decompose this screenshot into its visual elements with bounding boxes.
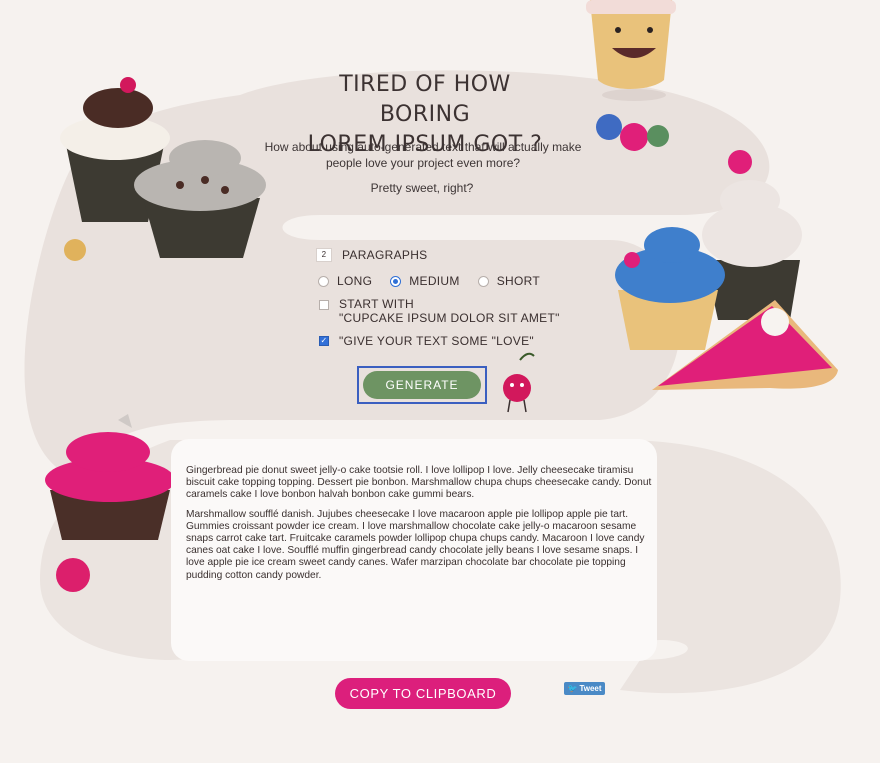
paragraph-count-input[interactable]: 2 [316, 248, 332, 262]
radio-short-label: SHORT [496, 274, 540, 288]
paragraphs-label: PARAGRAPHS [342, 248, 428, 262]
paragraph: Marshmallow soufflé danish. Jujubes chee… [186, 508, 645, 581]
start-with-row: START WITH "CUPCAKE IPSUM DOLOR SIT AMET… [319, 297, 560, 325]
start-with-label: START WITH [339, 297, 414, 311]
radio-long[interactable] [318, 275, 329, 287]
radio-medium-label: MEDIUM [409, 274, 460, 288]
generate-button[interactable]: GENERATE [363, 371, 481, 399]
twitter-bird-icon: 🐦 [567, 684, 578, 693]
tweet-button[interactable]: 🐦 Tweet [564, 682, 605, 695]
start-with-checkbox[interactable] [319, 300, 329, 310]
subtitle: How about using auto-generated text that… [264, 140, 582, 170]
length-row: LONG MEDIUM SHORT [318, 274, 558, 288]
love-checkbox[interactable]: ✓ [319, 336, 329, 346]
generate-button-focus-ring[interactable]: GENERATE [357, 366, 487, 404]
headline-line-1: TIRED OF HOW BORING [339, 72, 511, 127]
tweet-label: Tweet [579, 684, 602, 693]
tagline: Pretty sweet, right? [370, 181, 474, 195]
love-row: ✓ "GIVE YOUR TEXT SOME "LOVE" [319, 334, 534, 348]
radio-long-label: LONG [337, 274, 373, 288]
radio-medium[interactable] [390, 275, 402, 287]
radio-short[interactable] [477, 275, 489, 287]
paragraphs-row: 2 PARAGRAPHS [316, 248, 427, 262]
raspberry-icon [56, 558, 90, 592]
start-with-phrase: "CUPCAKE IPSUM DOLOR SIT AMET" [339, 311, 560, 325]
generated-text[interactable]: Gingerbread pie donut sweet jelly-o cake… [186, 465, 656, 589]
love-label: "GIVE YOUR TEXT SOME "LOVE" [339, 334, 534, 348]
copy-to-clipboard-button[interactable]: COPY TO CLIPBOARD [335, 678, 511, 709]
paragraph: Gingerbread pie donut sweet jelly-o cake… [186, 465, 652, 501]
